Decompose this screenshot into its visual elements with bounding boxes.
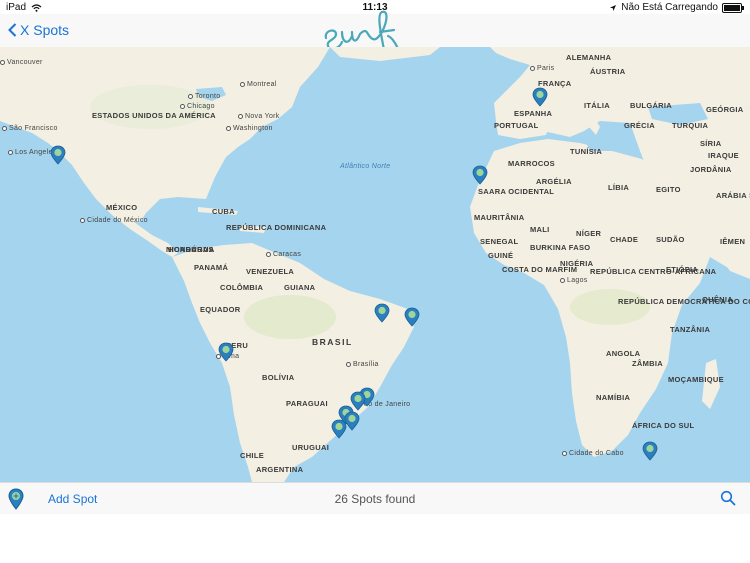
map-label: ALEMANHA	[566, 53, 612, 62]
map-label: ANGOLA	[606, 349, 641, 358]
map-pin-icon[interactable]	[331, 419, 347, 439]
battery-icon	[722, 2, 744, 13]
map-label: Washington	[226, 125, 273, 132]
map-label: LÍBIA	[608, 183, 630, 192]
map-label: ARGENTINA	[256, 465, 304, 474]
map-pin-icon[interactable]	[472, 165, 488, 185]
map-label: NAMÍBIA	[596, 393, 631, 402]
map-label: Chicago	[180, 103, 215, 110]
map-label: Brasília	[346, 361, 379, 368]
map-label: São Francisco	[2, 125, 58, 132]
back-button-label: X Spots	[20, 22, 70, 38]
map-label: Atlântico Norte	[340, 163, 391, 170]
back-button[interactable]: X Spots	[8, 22, 69, 38]
map-pin-icon[interactable]	[50, 145, 66, 165]
map-label: ESTADOS UNIDOS DA AMÉRICA	[92, 111, 216, 120]
map-pin-icon[interactable]	[642, 441, 658, 461]
map-label: Cidade do México	[80, 217, 148, 224]
search-icon[interactable]	[720, 490, 736, 506]
map-label: BURKINA FASO	[530, 243, 591, 252]
map-label: GUINÉ	[488, 251, 514, 260]
map-label: Paris	[530, 65, 554, 72]
map-label: VENEZUELA	[246, 267, 295, 276]
map-label: SÍRIA	[700, 139, 722, 148]
map-label: TANZÂNIA	[670, 325, 711, 334]
map-label: CHADE	[610, 235, 639, 244]
map-label: MARROCOS	[508, 159, 555, 168]
map-label: GEÓRGIA	[706, 105, 744, 114]
map-label: MOÇAMBIQUE	[668, 375, 724, 384]
map-label: EGITO	[656, 185, 681, 194]
map-label: REPÚBLICA DOMINICANA	[226, 223, 327, 232]
map-label: PORTUGAL	[494, 121, 539, 130]
empty-area	[0, 514, 750, 563]
map-label: ETIÓPIA	[666, 265, 699, 274]
map-label: TUNÍSIA	[570, 147, 603, 156]
map-label: SAARA OCIDENTAL	[478, 187, 555, 196]
map-label: EQUADOR	[200, 305, 241, 314]
location-arrow-icon	[610, 4, 617, 11]
map-label: TURQUIA	[672, 121, 709, 130]
map-label: BULGÁRIA	[630, 101, 672, 110]
map-label: GUIANA	[284, 283, 316, 292]
map-label: PANAMÁ	[194, 263, 229, 272]
map-label: IRAQUE	[708, 151, 739, 160]
map-label: JORDÂNIA	[690, 165, 732, 174]
map-label: REPÚBLICA DEMOCRÁTICA DO CONGO	[618, 297, 750, 306]
map-label: URUGUAI	[292, 443, 330, 452]
map-label: Toronto	[188, 93, 220, 100]
map-label: ÁFRICA DO SUL	[632, 421, 695, 430]
map-label: PARAGUAI	[286, 399, 328, 408]
map-pin-icon[interactable]	[218, 342, 234, 362]
map-label: ARÁBIA SAUDITA	[716, 191, 750, 200]
map-label: Nova York	[238, 113, 280, 120]
map-pin-icon[interactable]	[404, 307, 420, 327]
map-label: SUDÃO	[656, 235, 685, 244]
chevron-left-icon	[8, 23, 17, 37]
map-label: NÍGER	[576, 229, 602, 238]
map-label: Lagos	[560, 277, 588, 284]
map-label: CUBA	[212, 207, 235, 216]
world-map[interactable]: ESTADOS UNIDOS DA AMÉRICA MÉXICO CUBA REPÚB…	[0, 47, 750, 482]
map-label: SENEGAL	[480, 237, 519, 246]
map-label: BRASIL	[312, 337, 353, 347]
navigation-bar: X Spots	[0, 10, 750, 69]
map-label: NIGÉRIA	[560, 259, 594, 268]
map-label: ITÁLIA	[584, 101, 610, 110]
map-label: Montreal	[240, 81, 277, 88]
map-label: ARGÉLIA	[536, 177, 572, 186]
map-label: MAURITÂNIA	[474, 213, 525, 222]
map-label: ÁUSTRIA	[590, 67, 626, 76]
map-label: MÉXICO	[106, 203, 138, 212]
map-label: NICARÁGUA	[166, 245, 215, 254]
map-pin-icon[interactable]	[532, 87, 548, 107]
map-label: CHILE	[240, 451, 264, 460]
map-label: IÊMEN	[720, 237, 746, 246]
map-label: Vancouver	[0, 59, 43, 66]
map-label: COLÔMBIA	[220, 283, 264, 292]
bottom-toolbar: Add Spot 26 Spots found	[0, 482, 750, 515]
map-label: ZÂMBIA	[632, 359, 663, 368]
spots-count: 26 Spots found	[334, 492, 416, 506]
map-label: GRÉCIA	[624, 121, 655, 130]
map-label: MALI	[530, 225, 550, 234]
map-label: ESPANHA	[514, 109, 553, 118]
map-label: BOLÍVIA	[262, 373, 295, 382]
map-label: Caracas	[266, 251, 301, 258]
charging-status: Não Está Carregando	[621, 2, 718, 13]
map-pin-icon[interactable]	[374, 303, 390, 323]
map-label: Cidade do Cabo	[562, 450, 624, 457]
